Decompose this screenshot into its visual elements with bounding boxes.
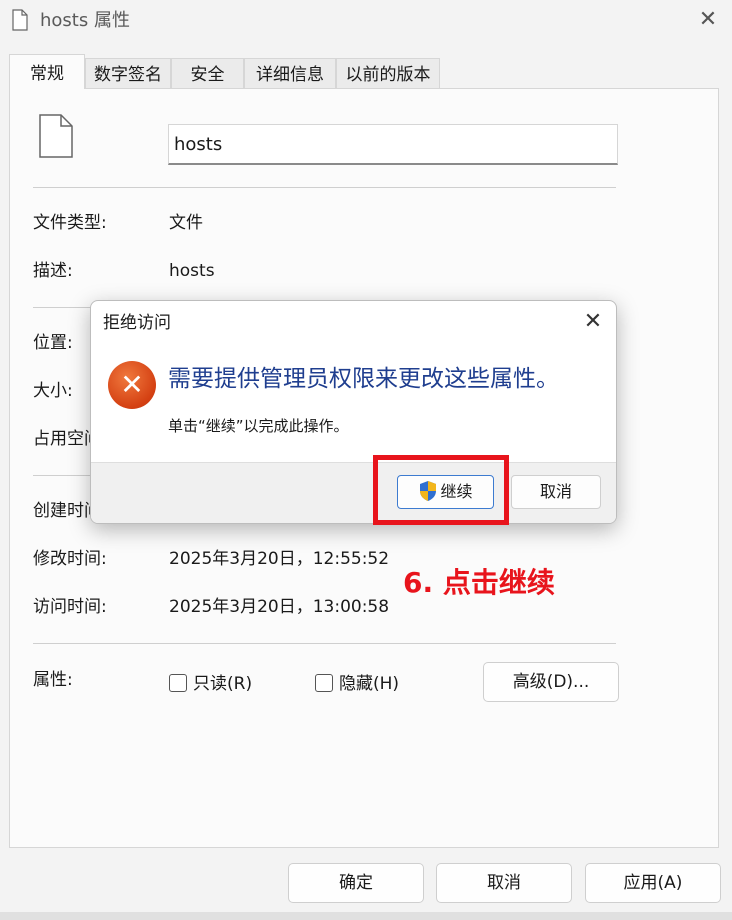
apply-button[interactable]: 应用(A) [585, 863, 721, 903]
hidden-label[interactable]: 隐藏(H) [339, 672, 399, 696]
description-label: 描述: [33, 261, 73, 281]
attributes-label: 属性: [33, 670, 73, 690]
readonly-checkbox[interactable] [169, 674, 187, 692]
separator [33, 643, 616, 644]
dialog-title: 拒绝访问 [103, 313, 171, 333]
file-type-value: 文件 [169, 213, 203, 233]
accessed-label: 访问时间: [33, 597, 107, 617]
tab-digital-signatures[interactable]: 数字签名 [85, 58, 171, 88]
tab-previous-versions[interactable]: 以前的版本 [336, 58, 440, 88]
annotation-text: 6. 点击继续 [403, 566, 555, 599]
ok-button[interactable]: 确定 [288, 863, 424, 903]
description-value: hosts [169, 261, 215, 281]
accessed-value: 2025年3月20日，13:00:58 [169, 597, 390, 617]
hidden-checkbox[interactable] [315, 674, 333, 692]
window-close-button[interactable]: ✕ [694, 6, 722, 34]
window-title: hosts 属性 [40, 10, 130, 31]
tab-details[interactable]: 详细信息 [244, 58, 336, 88]
modified-label: 修改时间: [33, 549, 107, 569]
cancel-button[interactable]: 取消 [436, 863, 572, 903]
separator [33, 187, 616, 188]
dialog-cancel-button[interactable]: 取消 [511, 475, 601, 509]
tab-security[interactable]: 安全 [171, 58, 244, 88]
size-label: 大小: [33, 381, 73, 401]
file-icon [12, 9, 28, 31]
file-type-icon [39, 114, 73, 158]
advanced-button[interactable]: 高级(D)... [483, 662, 619, 702]
dialog-detail: 单击“继续”以完成此操作。 [168, 417, 349, 435]
background-strip [0, 912, 732, 920]
location-label: 位置: [33, 333, 73, 353]
tab-general[interactable]: 常规 [9, 54, 85, 89]
dialog-message: 需要提供管理员权限来更改这些属性。 [168, 366, 559, 392]
dialog-close-button[interactable]: ✕ [579, 308, 607, 336]
highlight-box [373, 455, 509, 525]
modified-value: 2025年3月20日，12:55:52 [169, 549, 390, 569]
file-name-input[interactable] [168, 124, 618, 165]
access-denied-dialog: 拒绝访问 ✕ ✕ 需要提供管理员权限来更改这些属性。 单击“继续”以完成此操作。… [90, 300, 617, 524]
file-type-label: 文件类型: [33, 213, 107, 233]
error-icon: ✕ [108, 361, 156, 409]
readonly-label[interactable]: 只读(R) [193, 672, 252, 696]
